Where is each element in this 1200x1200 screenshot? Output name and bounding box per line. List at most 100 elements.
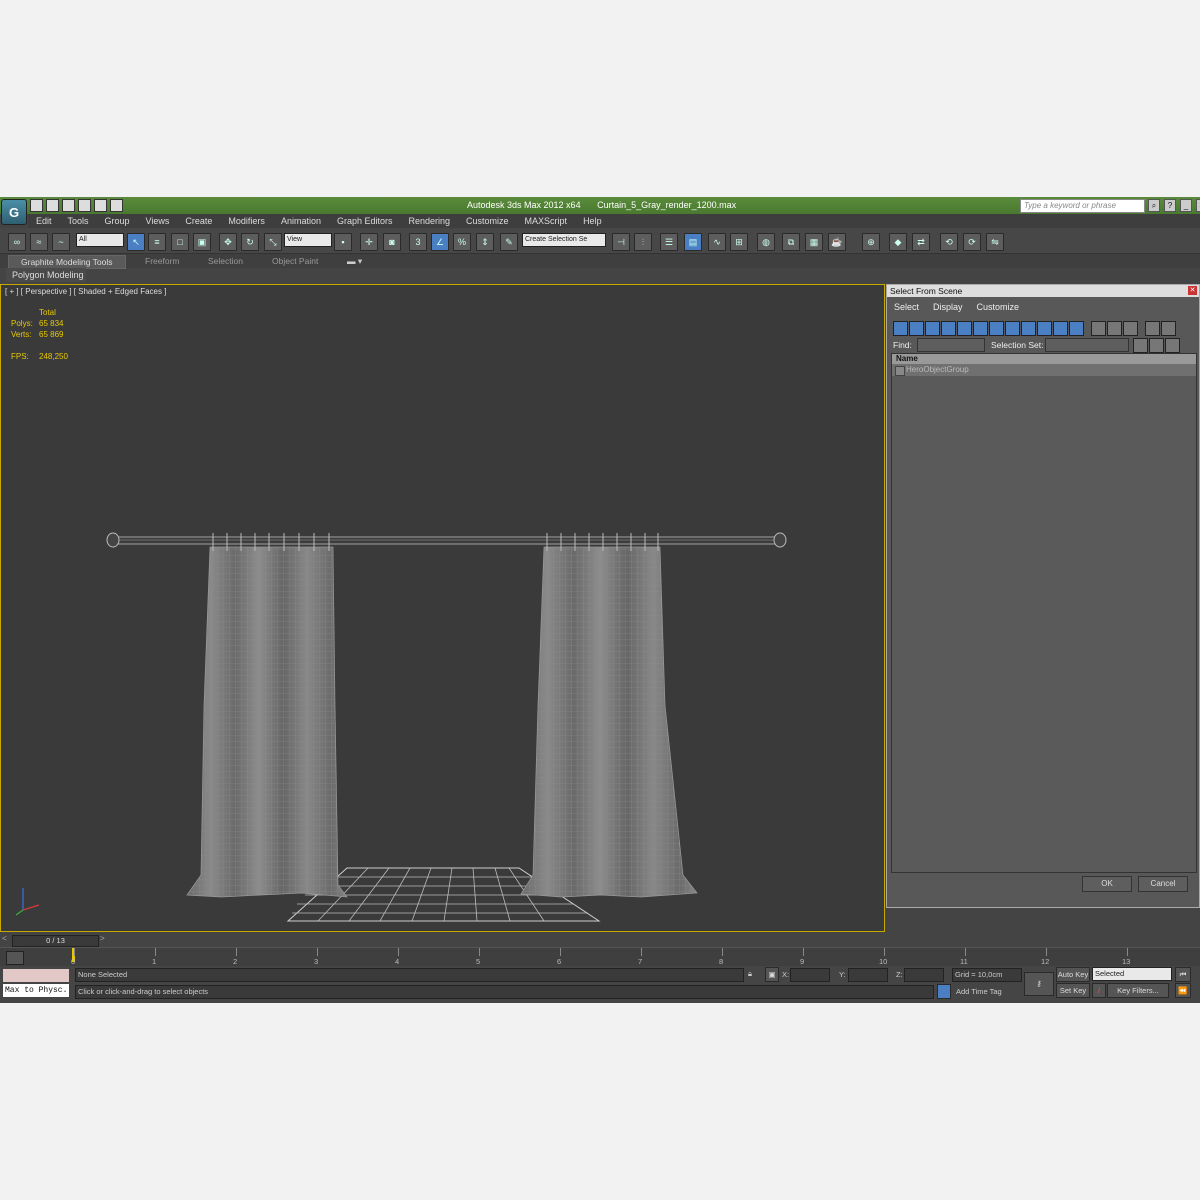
scale-icon[interactable]: ⤡ [264, 233, 282, 251]
containers-filter-icon[interactable] [1037, 321, 1052, 336]
tab-object-paint[interactable]: Object Paint [272, 255, 318, 267]
bones-filter-icon[interactable] [1021, 321, 1036, 336]
sync-icon[interactable]: ⇋ [986, 233, 1004, 251]
prev-frame-icon[interactable]: < [2, 934, 7, 943]
hidden-filter-icon[interactable] [1069, 321, 1084, 336]
selection-filter-dropdown[interactable]: All [76, 233, 124, 247]
render-setup-icon[interactable]: ⧉ [782, 233, 800, 251]
track-bar[interactable]: 0 1 2 3 4 5 6 7 8 9 10 11 12 13 [0, 947, 1200, 966]
link-icon[interactable]: ∞ [8, 233, 26, 251]
open-file-icon[interactable] [46, 199, 59, 212]
lock-selection-icon[interactable]: 🔒︎ [748, 969, 752, 979]
align-icon[interactable]: ⫶ [634, 233, 652, 251]
menu-modifiers[interactable]: Modifiers [220, 214, 273, 228]
mini-curve-editor-icon[interactable] [6, 951, 24, 965]
menu-tools[interactable]: Tools [60, 214, 97, 228]
undo-icon[interactable] [78, 199, 91, 212]
maxscript-listener-field[interactable] [2, 968, 70, 983]
window-crossing-icon[interactable]: ▣ [193, 233, 211, 251]
add-to-set-icon[interactable] [1149, 338, 1164, 353]
container-icon[interactable]: ⊕ [862, 233, 880, 251]
auto-key-button[interactable]: Auto Key [1056, 967, 1090, 982]
edit-named-selection-icon[interactable]: ✎ [500, 233, 518, 251]
dialog-menu-customize[interactable]: Customize [970, 300, 1027, 314]
absolute-mode-icon[interactable]: ▣ [765, 967, 779, 982]
mirror-icon[interactable]: ⊣ [612, 233, 630, 251]
key-filters-button[interactable]: Key Filters... [1107, 983, 1169, 998]
move-icon[interactable]: ✥ [219, 233, 237, 251]
find-input[interactable] [917, 338, 985, 352]
time-slider[interactable]: 0 / 13 [12, 935, 99, 947]
menu-edit[interactable]: Edit [28, 214, 60, 228]
select-by-name-icon[interactable]: ≡ [148, 233, 166, 251]
angle-snap-icon[interactable]: ∠ [431, 233, 449, 251]
key-mode-dropdown[interactable]: Selected [1092, 967, 1172, 981]
rotate-icon[interactable]: ↻ [241, 233, 259, 251]
binoculars-icon[interactable]: ⌕ [1148, 199, 1160, 212]
filter-icon[interactable] [1145, 321, 1160, 336]
dialog-menu-select[interactable]: Select [887, 300, 926, 314]
cycle-icon[interactable]: ⟲ [940, 233, 958, 251]
percent-snap-icon[interactable]: % [453, 233, 471, 251]
flow-icon[interactable]: ⇄ [912, 233, 930, 251]
save-file-icon[interactable] [62, 199, 75, 212]
dialog-close-icon[interactable]: ✕ [1188, 286, 1197, 295]
menu-help[interactable]: Help [575, 214, 610, 228]
select-object-icon[interactable]: ↖ [127, 233, 145, 251]
curve-editor-icon[interactable]: ∿ [708, 233, 726, 251]
list-item[interactable]: HeroObjectGroup [892, 364, 1196, 376]
bind-space-warp-icon[interactable]: ~ [52, 233, 70, 251]
ribbon-panel-polygon-modeling[interactable]: Polygon Modeling [6, 268, 86, 282]
rendered-frame-icon[interactable]: ▦ [805, 233, 823, 251]
object-icon[interactable]: ◆ [889, 233, 907, 251]
layer-manager-icon[interactable]: ☰ [660, 233, 678, 251]
y-coordinate-field[interactable] [848, 968, 888, 982]
refresh-icon[interactable]: ⟳ [963, 233, 981, 251]
keyboard-shortcut-icon[interactable]: ◙ [383, 233, 401, 251]
snaps-toggle-icon[interactable]: 3 [409, 233, 427, 251]
rect-selection-icon[interactable]: □ [171, 233, 189, 251]
menu-rendering[interactable]: Rendering [401, 214, 459, 228]
minimize-icon[interactable]: _ [1180, 199, 1192, 212]
selection-set-dropdown[interactable] [1045, 338, 1129, 352]
search-input[interactable]: Type a keyword or phrase [1020, 199, 1145, 213]
ok-button[interactable]: OK [1082, 876, 1132, 892]
perspective-viewport[interactable]: [ + ] [ Perspective ] [ Shaded + Edged F… [0, 284, 885, 932]
time-tag-icon[interactable] [937, 984, 951, 999]
frozen-filter-icon[interactable] [1053, 321, 1068, 336]
create-set-icon[interactable] [1133, 338, 1148, 353]
menu-maxscript[interactable]: MAXScript [517, 214, 576, 228]
x-coordinate-field[interactable] [790, 968, 830, 982]
menu-animation[interactable]: Animation [273, 214, 329, 228]
set-key-button[interactable]: Set Key [1056, 983, 1090, 998]
select-manipulate-icon[interactable]: ✛ [360, 233, 378, 251]
app-logo-icon[interactable]: G [1, 199, 27, 225]
cancel-button[interactable]: Cancel [1138, 876, 1188, 892]
tab-graphite-modeling-tools[interactable]: Graphite Modeling Tools [8, 255, 126, 269]
project-folder-icon[interactable] [110, 199, 123, 212]
xrefs-filter-icon[interactable] [1005, 321, 1020, 336]
ribbon-options-icon[interactable]: ▬ ▾ [347, 255, 362, 267]
geometry-filter-icon[interactable] [893, 321, 908, 336]
groups-filter-icon[interactable] [989, 321, 1004, 336]
menu-create[interactable]: Create [177, 214, 220, 228]
reference-coord-dropdown[interactable]: View [284, 233, 332, 247]
menu-customize[interactable]: Customize [458, 214, 517, 228]
column-header-name[interactable]: Name [892, 354, 1196, 364]
unlink-icon[interactable]: ≈ [30, 233, 48, 251]
display-all-icon[interactable] [1091, 321, 1106, 336]
pivot-center-icon[interactable]: ▪ [334, 233, 352, 251]
display-none-icon[interactable] [1107, 321, 1122, 336]
tab-freeform[interactable]: Freeform [145, 255, 179, 267]
z-coordinate-field[interactable] [904, 968, 944, 982]
go-to-start-icon[interactable]: ⏮ [1175, 967, 1191, 982]
space-warps-filter-icon[interactable] [973, 321, 988, 336]
lights-filter-icon[interactable] [925, 321, 940, 336]
named-selection-dropdown[interactable]: Create Selection Se [522, 233, 606, 247]
menu-views[interactable]: Views [138, 214, 178, 228]
redo-icon[interactable] [94, 199, 107, 212]
scene-object-list[interactable]: Name HeroObjectGroup [891, 353, 1197, 873]
schematic-view-icon[interactable]: ⊞ [730, 233, 748, 251]
menu-graph-editors[interactable]: Graph Editors [329, 214, 401, 228]
add-time-tag-button[interactable]: Add Time Tag [956, 987, 1002, 996]
